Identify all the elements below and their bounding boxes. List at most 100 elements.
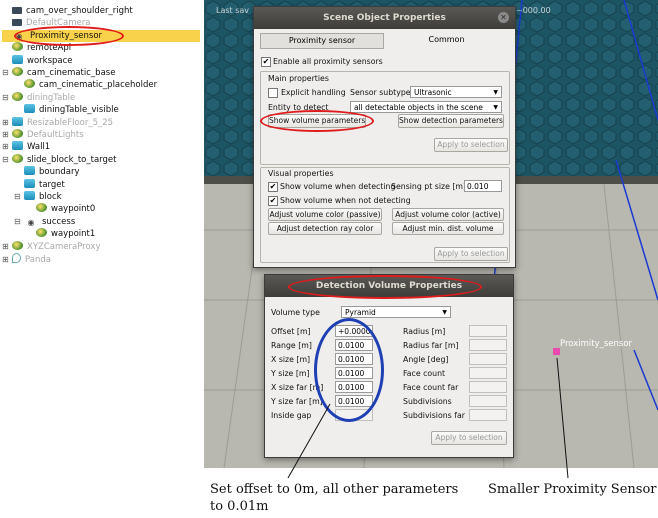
adjust-active-color-button[interactable]: Adjust volume color (active) bbox=[392, 208, 504, 221]
tree-item[interactable]: ⊞ ResizableFloor_5_25 bbox=[2, 116, 200, 129]
tree-item-label: slide_block_to_target bbox=[27, 154, 117, 165]
expand-icon[interactable]: ⊞ bbox=[2, 141, 12, 153]
dummy-icon bbox=[36, 228, 47, 238]
volume-field-label: Face count bbox=[403, 369, 446, 378]
volume-field-input[interactable] bbox=[469, 339, 507, 351]
tree-item-label: target bbox=[39, 179, 65, 190]
tree-item[interactable]: ⊟ cam_cinematic_base bbox=[2, 67, 200, 79]
volume-type-label: Volume type bbox=[271, 308, 320, 317]
volume-field-label: Radius far [m] bbox=[403, 341, 459, 350]
expand-icon[interactable]: ⊞ bbox=[2, 117, 12, 129]
volume-field-input[interactable] bbox=[469, 409, 507, 421]
show-detection-parameters-button[interactable]: Show detection parameters bbox=[398, 114, 504, 128]
dummy-icon bbox=[12, 67, 23, 76]
scene-object-properties-dialog: Scene Object Properties ✕ Proximity sens… bbox=[253, 6, 516, 268]
main-properties-heading: Main properties bbox=[268, 74, 329, 83]
tree-item[interactable]: ⊞ XYZCameraProxy bbox=[2, 240, 200, 253]
enable-proximity-checkbox[interactable]: ✔ bbox=[261, 57, 271, 67]
chevron-down-icon: ▼ bbox=[442, 309, 447, 316]
tree-item[interactable]: target bbox=[2, 178, 200, 191]
volume-apply-to-selection-button[interactable]: Apply to selection bbox=[431, 431, 507, 445]
volume-field-input[interactable] bbox=[469, 395, 507, 407]
tree-item[interactable]: waypoint1 bbox=[2, 228, 200, 240]
apply-to-selection-button-visual[interactable]: Apply to selection bbox=[434, 247, 508, 261]
proximity-sensor-icon: ◉ bbox=[27, 217, 35, 227]
volume-field-label: Inside gap bbox=[271, 411, 312, 420]
tree-item[interactable]: ⊞ Panda bbox=[2, 253, 200, 265]
sensor-subtype-select[interactable]: Ultrasonic ▼ bbox=[410, 86, 502, 98]
volume-field-label: Subdivisions bbox=[403, 397, 452, 406]
show-when-not-detecting-checkbox[interactable]: ✔ bbox=[268, 196, 278, 206]
volume-field-label: Angle [deg] bbox=[403, 355, 449, 364]
volume-field-label: Y size [m] bbox=[271, 369, 310, 378]
sensor-label: Proximity_sensor bbox=[560, 339, 633, 349]
tree-item[interactable]: diningTable_visible bbox=[2, 104, 200, 116]
shape-icon bbox=[24, 191, 35, 200]
annotation-ring-button bbox=[260, 110, 374, 132]
volume-field-input[interactable] bbox=[469, 353, 507, 365]
tab-proximity-sensor[interactable]: Proximity sensor bbox=[260, 33, 384, 49]
entity-to-detect-select[interactable]: all detectable objects in the scene ▼ bbox=[350, 101, 502, 113]
shape-icon bbox=[24, 104, 35, 114]
tree-item-label: ResizableFloor_5_25 bbox=[27, 117, 114, 128]
visual-properties-heading: Visual properties bbox=[268, 169, 334, 178]
collapse-icon[interactable]: ⊟ bbox=[14, 191, 24, 203]
collapse-icon[interactable]: ⊟ bbox=[2, 154, 12, 166]
apply-to-selection-button[interactable]: Apply to selection bbox=[434, 138, 508, 152]
explicit-handling-label: Explicit handling bbox=[281, 88, 346, 97]
expand-icon[interactable]: ⊞ bbox=[2, 129, 12, 141]
expand-icon[interactable]: ⊞ bbox=[2, 241, 12, 253]
tree-item[interactable]: ⊟ slide_block_to_target bbox=[2, 153, 200, 166]
collapse-icon[interactable]: ⊟ bbox=[2, 92, 12, 104]
expand-icon[interactable]: ⊞ bbox=[2, 254, 12, 266]
tree-item[interactable]: ⊟ diningTable bbox=[2, 91, 200, 104]
volume-field-input[interactable] bbox=[469, 367, 507, 379]
tree-item-label: diningTable bbox=[27, 92, 76, 103]
tree-item[interactable]: waypoint0 bbox=[2, 203, 200, 215]
tree-item[interactable]: workspace bbox=[2, 54, 200, 67]
shape-icon bbox=[24, 178, 35, 188]
tree-item[interactable]: ⊞ Wall1 bbox=[2, 141, 200, 153]
detection-volume-properties-dialog: Detection Volume Properties Volume type … bbox=[264, 274, 514, 458]
tab-common[interactable]: Common bbox=[384, 33, 509, 47]
volume-type-select[interactable]: Pyramid ▼ bbox=[341, 306, 451, 318]
volume-field-input[interactable] bbox=[469, 381, 507, 393]
tree-item[interactable]: ⊟ block bbox=[2, 191, 200, 203]
tree-item-label: diningTable_visible bbox=[39, 105, 119, 116]
dummy-icon bbox=[36, 203, 47, 213]
explicit-handling-checkbox[interactable] bbox=[268, 88, 278, 98]
proximity-sensor-marker bbox=[553, 348, 560, 355]
shape-icon bbox=[12, 141, 23, 151]
tree-item-label: waypoint0 bbox=[51, 204, 96, 215]
close-icon[interactable]: ✕ bbox=[498, 12, 509, 23]
sensing-point-size-field[interactable]: 0.010 bbox=[464, 180, 502, 192]
caption-left-line1: Set offset to 0m, all other parameters bbox=[210, 482, 459, 497]
scene-hierarchy: cam_over_shoulder_right DefaultCamera ◉ Pro… bbox=[0, 0, 205, 468]
tree-item[interactable]: cam_cinematic_placeholder bbox=[2, 79, 200, 91]
shape-icon bbox=[12, 116, 23, 126]
tree-item-label: block bbox=[39, 192, 62, 202]
volume-field-label: Y size far [m] bbox=[271, 397, 323, 406]
tree-item[interactable]: ⊟ ◉ success bbox=[2, 216, 200, 228]
tree-item[interactable]: boundary bbox=[2, 166, 200, 178]
tree-item[interactable]: cam_over_shoulder_right bbox=[2, 5, 200, 17]
dummy-icon bbox=[12, 240, 23, 250]
tree-item-label: Panda bbox=[25, 255, 51, 265]
adjust-min-dist-volume-button[interactable]: Adjust min. dist. volume bbox=[392, 222, 504, 235]
camera-icon bbox=[12, 7, 22, 14]
adjust-passive-color-button[interactable]: Adjust volume color (passive) bbox=[268, 208, 382, 221]
show-when-detecting-checkbox[interactable]: ✔ bbox=[268, 182, 278, 192]
viewport-status-left: Last sav bbox=[216, 6, 250, 15]
enable-proximity-label: Enable all proximity sensors bbox=[273, 57, 383, 66]
dummy-icon bbox=[12, 153, 23, 163]
tree-item-label: DefaultLights bbox=[27, 130, 84, 140]
tree-item[interactable]: ⊞ DefaultLights bbox=[2, 129, 200, 141]
collapse-icon[interactable]: ⊟ bbox=[2, 67, 12, 79]
tree-item-label: success bbox=[42, 216, 76, 227]
tree-item-label: cam_cinematic_base bbox=[27, 68, 116, 78]
adjust-ray-color-button[interactable]: Adjust detection ray color bbox=[268, 222, 382, 235]
dummy-icon bbox=[24, 79, 35, 89]
collapse-icon[interactable]: ⊟ bbox=[14, 216, 24, 228]
volume-field-input[interactable] bbox=[469, 325, 507, 337]
tree-item-label: cam_cinematic_placeholder bbox=[39, 80, 158, 91]
